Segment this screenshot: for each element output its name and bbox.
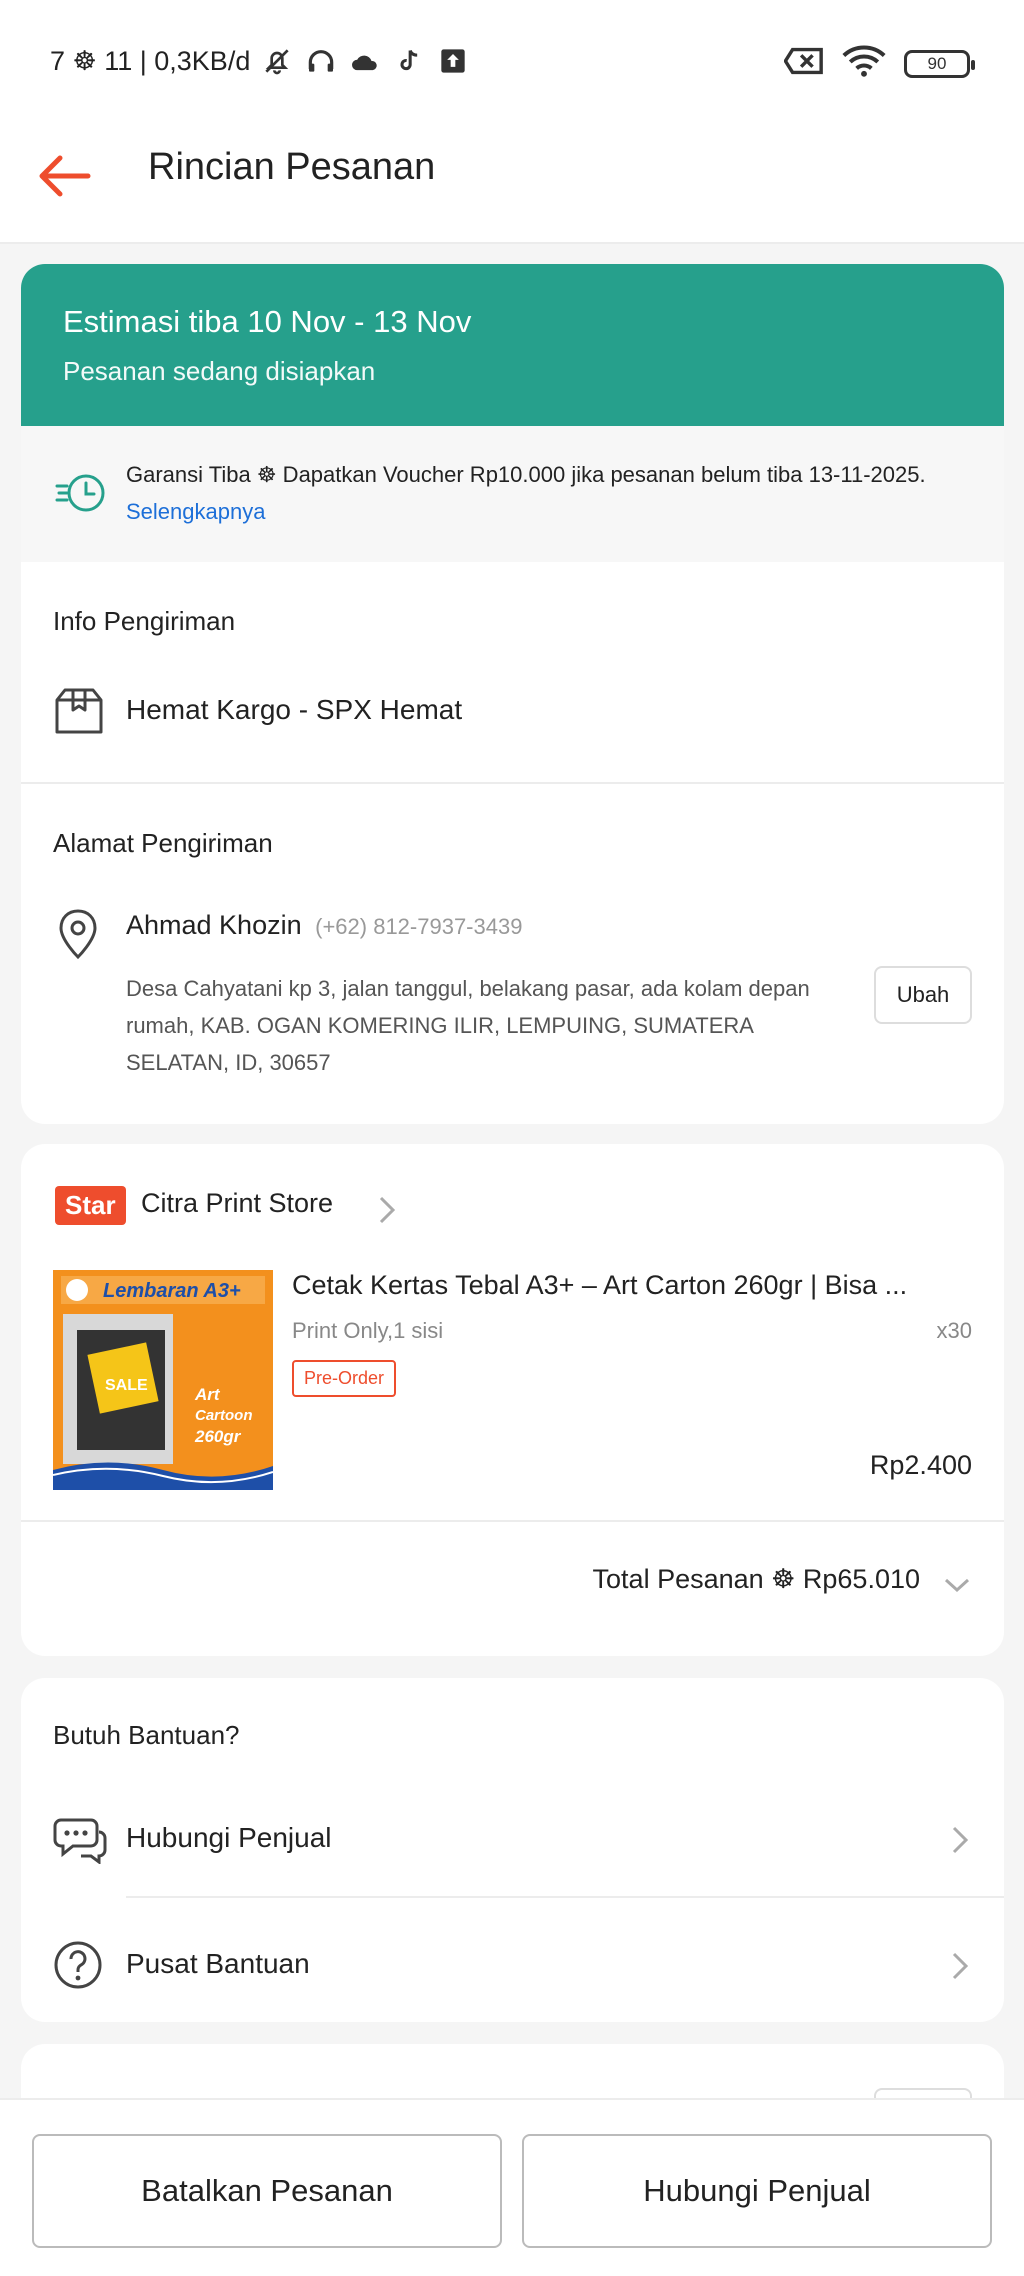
order-items-card: Star Citra Print Store Lembaran A3+ SALE… xyxy=(21,1144,1004,1656)
page-title: Rincian Pesanan xyxy=(148,146,436,188)
recipient-address: Desa Cahyatani kp 3, jalan tanggul, bela… xyxy=(126,976,810,1075)
order-total-label: Total Pesanan ☸ xyxy=(592,1564,796,1594)
order-total[interactable]: Total Pesanan ☸ Rp65.010 xyxy=(593,1564,920,1595)
headphones-icon xyxy=(304,44,338,78)
shipping-address-title: Alamat Pengiriman xyxy=(53,828,273,858)
status-right: 90 xyxy=(783,44,975,83)
location-pin-icon xyxy=(59,909,97,960)
product-thumbnail[interactable]: Lembaran A3+ SALE Art Cartoon 260gr xyxy=(53,1270,273,1490)
divider xyxy=(21,1520,1004,1522)
thumb-line-3: 260gr xyxy=(194,1427,242,1446)
help-item-contact-seller[interactable]: Hubungi Penjual xyxy=(21,1778,1004,1902)
divider xyxy=(126,1896,1004,1898)
bell-off-icon xyxy=(260,44,294,78)
cloud-icon xyxy=(348,44,382,78)
shipping-card: Info Pengiriman Hemat Kargo - SPX Hemat … xyxy=(21,562,1004,1124)
chevron-right-icon xyxy=(952,1952,969,1980)
app-header: Rincian Pesanan xyxy=(0,120,1024,244)
help-item-label: Pusat Bantuan xyxy=(126,1948,310,1979)
product-price: Rp2.400 xyxy=(869,1450,972,1480)
product-variant: Print Only,1 sisi xyxy=(292,1318,444,1343)
recipient-line: Ahmad Khozin (+62) 812-7937-3439 xyxy=(126,910,522,941)
sim-off-icon xyxy=(783,46,824,81)
fast-clock-icon xyxy=(55,474,105,512)
bottom-action-bar: Batalkan Pesanan Hubungi Penjual xyxy=(0,2098,1024,2276)
delivery-estimate-banner: Estimasi tiba 10 Nov - 13 Nov Pesanan se… xyxy=(21,264,1004,426)
courier-name: Hemat Kargo - SPX Hemat xyxy=(126,694,463,725)
recipient-name: Ahmad Khozin xyxy=(126,910,302,940)
recipient-phone: (+62) 812-7937-3439 xyxy=(315,914,523,939)
arrow-left-icon xyxy=(39,155,91,197)
battery-icon: 90 xyxy=(904,49,975,78)
thumb-sale: SALE xyxy=(105,1377,148,1394)
shipping-info-title: Info Pengiriman xyxy=(53,606,236,636)
thumb-title: Lembaran A3+ xyxy=(103,1280,241,1302)
star-seller-badge: Star xyxy=(55,1186,126,1225)
edit-address-button[interactable]: Ubah xyxy=(874,966,972,1024)
product-title[interactable]: Cetak Kertas Tebal A3+ – Art Carton 260g… xyxy=(292,1270,982,1301)
wifi-icon xyxy=(842,44,886,83)
thumb-line-2: Cartoon xyxy=(195,1407,253,1424)
upload-icon xyxy=(436,44,470,78)
chevron-down-icon[interactable] xyxy=(942,1576,972,1594)
status-bar: 7 ☸ 11 | 0,3KB/d 90 xyxy=(0,0,1024,120)
delivery-guarantee[interactable]: Garansi Tiba ☸ Dapatkan Voucher Rp10.000… xyxy=(21,426,1004,562)
order-total-value: Rp65.010 xyxy=(802,1564,920,1594)
status-left: 7 ☸ 11 | 0,3KB/d xyxy=(50,44,470,78)
store-name[interactable]: Citra Print Store xyxy=(141,1188,333,1219)
status-text: 7 ☸ 11 | 0,3KB/d xyxy=(50,45,251,76)
battery-level: 90 xyxy=(927,53,947,73)
divider xyxy=(21,782,1004,784)
chevron-right-icon[interactable] xyxy=(375,1194,399,1226)
question-circle-icon xyxy=(54,1941,102,1989)
product-quantity: x30 xyxy=(936,1318,972,1343)
help-title: Butuh Bantuan? xyxy=(53,1720,240,1750)
estimate-status: Pesanan sedang disiapkan xyxy=(63,356,376,386)
help-item-label: Hubungi Penjual xyxy=(126,1822,332,1853)
help-item-help-center[interactable]: Pusat Bantuan xyxy=(21,1904,1004,2022)
help-card: Butuh Bantuan? Hubungi Penjual Pusat Ban… xyxy=(21,1678,1004,2022)
box-icon xyxy=(55,688,103,734)
preorder-tag: Pre-Order xyxy=(292,1360,397,1397)
contact-seller-button[interactable]: Hubungi Penjual xyxy=(522,2134,992,2248)
guarantee-more-link[interactable]: Selengkapnya xyxy=(126,499,265,524)
cancel-order-button[interactable]: Batalkan Pesanan xyxy=(32,2134,502,2248)
back-button[interactable] xyxy=(34,144,98,208)
chat-icon xyxy=(53,1818,107,1864)
guarantee-text: Garansi Tiba ☸ Dapatkan Voucher Rp10.000… xyxy=(126,462,926,487)
tiktok-icon xyxy=(392,44,426,78)
chevron-right-icon xyxy=(952,1826,969,1854)
estimate-title: Estimasi tiba 10 Nov - 13 Nov xyxy=(63,304,472,339)
thumb-line-1: Art xyxy=(194,1385,221,1404)
